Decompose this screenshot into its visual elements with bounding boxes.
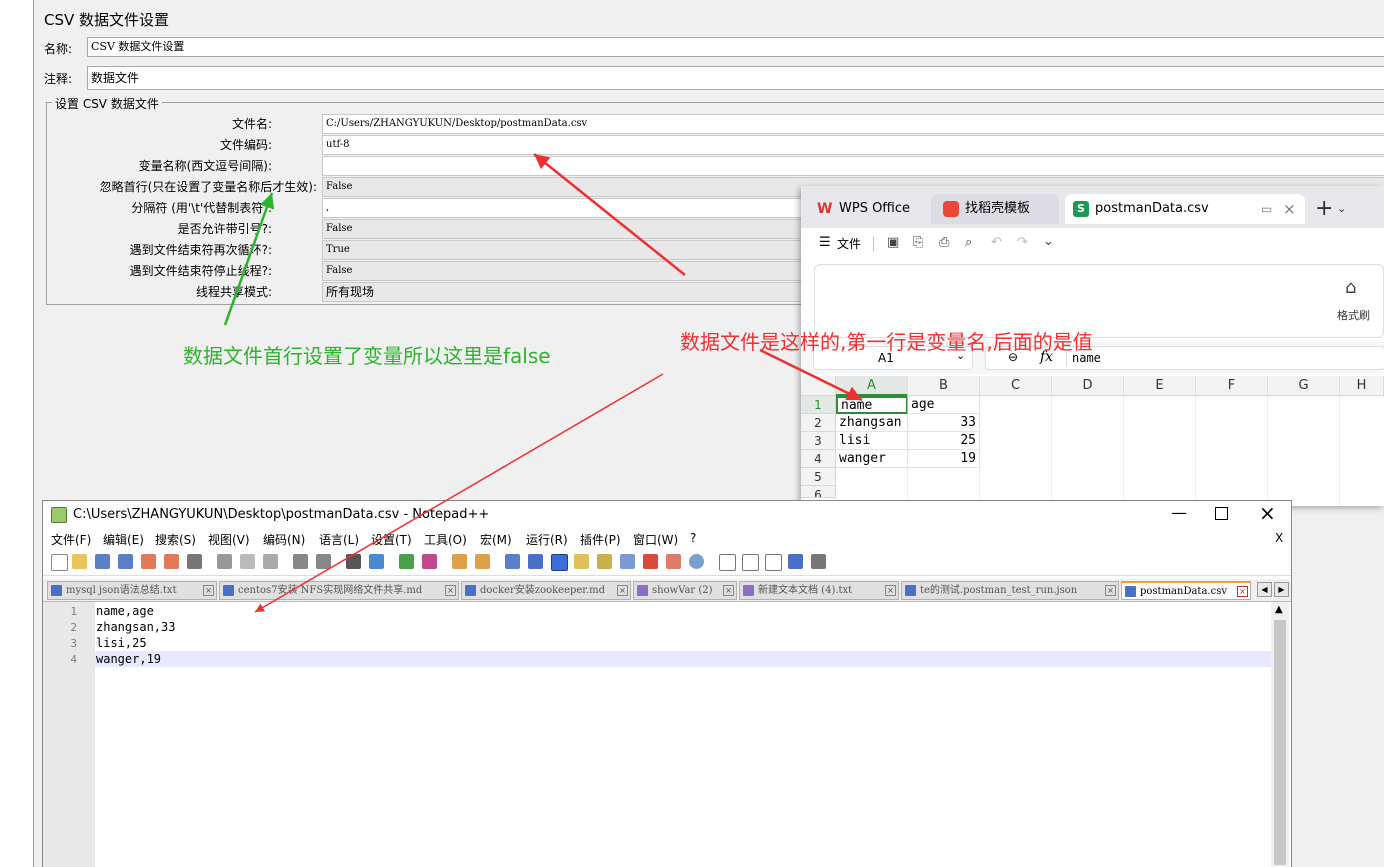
annotation-arrows [223, 153, 863, 613]
red-annotation: 数据文件是这样的,第一行是变量名,后面的是值 [680, 330, 1093, 354]
green-arrow [223, 192, 275, 326]
green-annotation: 数据文件首行设置了变量所以这里是false [183, 344, 551, 368]
red-arrow-to-encoding [533, 153, 686, 276]
red-arrow-to-sheet [759, 348, 863, 402]
red-arrow-to-notepad [254, 373, 664, 613]
